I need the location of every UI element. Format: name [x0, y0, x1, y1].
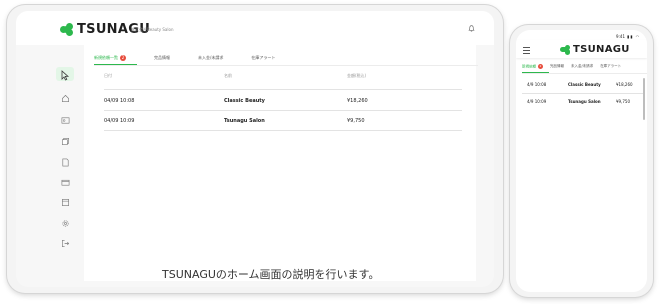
brand-name: TSUNAGU — [573, 44, 630, 55]
column-header-name: 名前 — [224, 73, 232, 78]
hamburger-menu-icon[interactable] — [523, 47, 530, 54]
column-header-date: 日付 — [104, 73, 112, 78]
brand-logo[interactable]: TSUNAGU — [560, 44, 630, 55]
row-name: Tsunagu Salon — [224, 118, 265, 124]
row-name: Tsunagu Salon — [568, 99, 601, 104]
calendar-icon[interactable] — [61, 198, 70, 207]
row-date: 04/09 10:09 — [104, 118, 135, 124]
row-name: Classic Beauty — [568, 82, 601, 87]
divider — [522, 73, 647, 74]
count-badge: 2 — [538, 64, 543, 69]
tab-label: 完品情報 — [154, 55, 170, 60]
tab-unpaid[interactable]: 未入金/未請求 — [571, 64, 593, 70]
document-icon[interactable] — [61, 158, 70, 167]
column-header-amount: 金額(税込) — [347, 73, 367, 78]
phone-screen: 9:41 ▮▮ ◠ ▭ TSUNAGU 新規依頼2 完品情報 未入金/未請求 在… — [516, 30, 647, 292]
tab-new-requests[interactable]: 新規依頼 2 — [522, 64, 543, 70]
home-icon[interactable] — [61, 94, 70, 103]
tab-label: 完品情報 — [550, 64, 564, 68]
tablet-frame: TSUNAGU 株式会社Beauty Salon 新規依頼一覧 2 完品情報 未… — [7, 5, 503, 293]
app-header: TSUNAGU — [516, 40, 647, 58]
logout-icon[interactable] — [61, 239, 70, 248]
tab-completed-items[interactable]: 完品情報 — [154, 55, 170, 61]
row-amount: ¥18,260 — [616, 82, 633, 87]
divider — [104, 130, 462, 131]
clover-logo-icon — [560, 44, 570, 55]
stack-icon[interactable] — [61, 137, 70, 146]
tab-completed-items[interactable]: 完品情報 — [550, 64, 564, 70]
tab-stock-alert[interactable]: 在庫アラート — [600, 64, 621, 70]
clover-logo-icon — [60, 23, 73, 36]
tab-label: 新規依頼一覧 — [94, 55, 118, 60]
table-row[interactable]: 04/09 10:08 Classic Beauty ¥18,260 — [104, 90, 462, 110]
table-row[interactable]: 4/9 10:09 Tsunagu Salon ¥9,750 — [522, 93, 644, 110]
main-panel: 新規依頼一覧 2 完品情報 未入金/未請求 在庫アラート 日付 名前 金額(税込)… — [84, 45, 478, 281]
table-row[interactable]: 4/9 10:08 Classic Beauty ¥18,260 — [522, 76, 644, 93]
tab-label: 在庫アラート — [600, 64, 622, 68]
tab-new-requests[interactable]: 新規依頼一覧 2 — [94, 55, 126, 61]
row-name: Classic Beauty — [224, 98, 265, 104]
tab-label: 未入金/未請求 — [571, 64, 594, 68]
tab-bar: 新規依頼一覧 2 完品情報 未入金/未請求 在庫アラート — [94, 55, 303, 61]
tab-label: 在庫アラート — [251, 55, 276, 60]
gear-icon[interactable] — [61, 219, 70, 228]
scrollbar[interactable] — [643, 78, 645, 120]
row-amount: ¥18,260 — [347, 98, 368, 104]
row-date: 4/9 10:09 — [527, 99, 547, 104]
row-date: 04/09 10:08 — [104, 98, 135, 104]
tab-label: 未入金/未請求 — [198, 55, 224, 60]
divider — [94, 65, 478, 66]
row-amount: ¥9,750 — [616, 99, 630, 104]
caption-subtitle: TSUNAGUのホーム画面の説明を行います。 — [162, 268, 380, 281]
count-badge: 2 — [120, 55, 126, 61]
tab-label: 新規依頼 — [522, 64, 536, 69]
app-header: TSUNAGU 株式会社Beauty Salon — [16, 11, 494, 45]
notification-bell-icon[interactable] — [468, 25, 475, 32]
sidebar — [56, 61, 76, 261]
tab-unpaid[interactable]: 未入金/未請求 — [198, 55, 223, 61]
row-date: 4/9 10:08 — [527, 82, 547, 87]
row-amount: ¥9,750 — [347, 118, 365, 124]
requests-table: 4/9 10:08 Classic Beauty ¥18,260 4/9 10:… — [522, 76, 644, 112]
tab-stock-alert[interactable]: 在庫アラート — [251, 55, 275, 61]
id-card-icon[interactable] — [61, 116, 70, 125]
sidebar-item-cursor[interactable] — [56, 67, 74, 81]
company-name: 株式会社Beauty Salon — [131, 27, 174, 32]
table-row[interactable]: 04/09 10:09 Tsunagu Salon ¥9,750 — [104, 110, 462, 130]
phone-frame: 9:41 ▮▮ ◠ ▭ TSUNAGU 新規依頼2 完品情報 未入金/未請求 在… — [510, 25, 653, 297]
status-time: 9:41 — [616, 34, 625, 39]
card-icon[interactable] — [61, 178, 70, 187]
tablet-screen: TSUNAGU 株式会社Beauty Salon 新規依頼一覧 2 完品情報 未… — [16, 11, 494, 287]
tab-bar: 新規依頼 2 完品情報 未入金/未請求 在庫アラート — [522, 64, 628, 70]
